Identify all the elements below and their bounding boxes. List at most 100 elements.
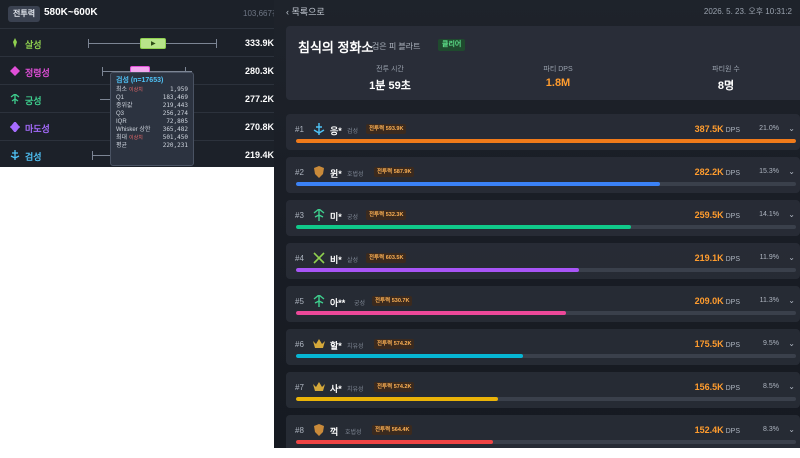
median-value: 270.8K bbox=[244, 122, 274, 132]
chevron-down-icon[interactable]: ⌄ bbox=[788, 382, 795, 391]
cp-badge: 전투력 564.4K bbox=[372, 425, 413, 435]
member-dps-share: 9.5% bbox=[763, 340, 779, 347]
whisker-min-cap bbox=[92, 151, 93, 160]
cp-filter-chip[interactable]: 전투력 bbox=[8, 6, 41, 22]
bow-icon bbox=[313, 295, 325, 307]
clear-badge: 클리어 bbox=[438, 39, 466, 51]
tooltip-row-q3: Q3 256,274 bbox=[116, 110, 188, 117]
member-dps-share: 11.3% bbox=[759, 297, 779, 304]
class-name: 정령성 bbox=[25, 68, 50, 78]
dps-bar-track bbox=[296, 225, 796, 229]
shield-icon bbox=[314, 166, 324, 178]
member-dps-share: 14.1% bbox=[759, 211, 779, 218]
cp-badge: 전투력 574.2K bbox=[374, 339, 415, 349]
whisker-line bbox=[92, 155, 110, 156]
shield-icon bbox=[314, 424, 324, 436]
rank-label: #3 bbox=[295, 211, 304, 220]
dps-bar-track bbox=[296, 397, 796, 401]
member-class: 치유성 bbox=[347, 387, 364, 393]
sword-icon bbox=[313, 123, 325, 135]
dps-bar-track bbox=[296, 139, 796, 143]
log-timestamp: 2026. 5. 23. 오후 10:31:2 bbox=[703, 7, 792, 16]
back-to-list-button[interactable]: ‹ 목록으로 bbox=[286, 5, 325, 18]
outlier-tag: 이상치 bbox=[129, 87, 143, 93]
rank-label: #4 bbox=[295, 254, 304, 263]
rank-label: #8 bbox=[295, 426, 304, 435]
member-row[interactable]: #3 미* 궁성 전투력 532.3K 259.5K DPS 14.1% ⌄ bbox=[286, 200, 800, 236]
stat-duration: 전투 시간 1분 59초 bbox=[369, 66, 411, 92]
member-dps-share: 11.9% bbox=[759, 254, 779, 261]
top-bar: ‹ 목록으로 2026. 5. 23. 오후 10:31:2 bbox=[274, 0, 800, 24]
dps-bar-fill bbox=[296, 440, 493, 444]
rank-label: #5 bbox=[295, 297, 304, 306]
tooltip-row-whisker-upper: Whisker 상한 365,482 bbox=[116, 126, 188, 133]
member-dps: 152.4K DPS bbox=[694, 425, 740, 435]
orb-icon bbox=[10, 122, 20, 132]
crown-icon bbox=[313, 382, 325, 391]
cp-badge: 전투력 574.2K bbox=[374, 382, 415, 392]
member-row[interactable]: #1 응* 검성 전투력 593.9K 387.5K DPS 21.0% ⌄ bbox=[286, 114, 800, 150]
boss-name: · 검은 피 블라트 bbox=[367, 42, 421, 51]
chevron-down-icon[interactable]: ⌄ bbox=[788, 339, 795, 348]
member-row[interactable]: #7 사* 치유성 전투력 574.2K 156.5K DPS 8.5% ⌄ bbox=[286, 372, 800, 408]
cp-badge: 전투력 593.9K bbox=[366, 124, 407, 134]
rank-label: #1 bbox=[295, 125, 304, 134]
bow-icon bbox=[313, 209, 325, 221]
chevron-down-icon[interactable]: ⌄ bbox=[788, 253, 795, 262]
tooltip-row-mean: 평균 220,231 bbox=[116, 142, 188, 149]
dps-bar-track bbox=[296, 440, 796, 444]
whisker-min-cap bbox=[88, 39, 89, 48]
stat-party-dps: 파티 DPS 1.8M bbox=[543, 66, 573, 89]
median-value: 333.9K bbox=[244, 38, 274, 48]
member-dps-share: 15.3% bbox=[759, 168, 779, 175]
member-row[interactable]: #8 꺽 호법성 전투력 564.4K 152.4K DPS 8.3% ⌄ bbox=[286, 415, 800, 448]
member-name: 응* bbox=[330, 126, 342, 136]
cp-badge: 전투력 532.3K bbox=[366, 210, 407, 220]
member-class: 살성 bbox=[347, 258, 359, 264]
whisker-max-cap bbox=[216, 39, 217, 48]
member-row[interactable]: #4 비* 살성 전투력 603.5K 219.1K DPS 11.9% ⌄ bbox=[286, 243, 800, 279]
member-dps: 282.2K DPS bbox=[694, 167, 740, 177]
member-class: 치유성 bbox=[347, 344, 364, 350]
member-class: 궁성 bbox=[354, 301, 366, 307]
dps-bar-fill bbox=[296, 182, 660, 186]
member-class: 궁성 bbox=[347, 215, 359, 221]
class-name: 마도성 bbox=[25, 124, 50, 134]
fight-summary-card: 침식의 정화소 · 검은 피 블라트 클리어 전투 시간 1분 59초 파티 D… bbox=[286, 26, 800, 100]
chevron-down-icon[interactable]: ⌄ bbox=[788, 124, 795, 133]
member-dps-share: 8.3% bbox=[763, 426, 779, 433]
chevron-down-icon[interactable]: ⌄ bbox=[788, 210, 795, 219]
member-dps: 219.1K DPS bbox=[694, 253, 740, 263]
member-dps-share: 8.5% bbox=[763, 383, 779, 390]
chevron-down-icon[interactable]: ⌄ bbox=[788, 296, 795, 305]
whisker-line bbox=[100, 99, 110, 100]
chevron-left-icon: ‹ bbox=[286, 7, 289, 17]
rank-label: #6 bbox=[295, 340, 304, 349]
diamond-icon bbox=[10, 66, 20, 76]
dps-bar-fill bbox=[296, 268, 579, 272]
boxplot-row-salseong[interactable]: 살성 ▶ 333.9K bbox=[0, 28, 278, 56]
dps-bar-fill bbox=[296, 139, 796, 143]
dps-bar-fill bbox=[296, 397, 498, 401]
chevron-down-icon[interactable]: ⌄ bbox=[788, 425, 795, 434]
member-row[interactable]: #2 윈* 호법성 전투력 587.9K 282.2K DPS 15.3% ⌄ bbox=[286, 157, 800, 193]
member-name: 미* bbox=[330, 212, 342, 222]
bow-icon bbox=[10, 94, 20, 104]
chevron-down-icon[interactable]: ⌄ bbox=[788, 167, 795, 176]
member-row[interactable]: #6 할* 치유성 전투력 574.2K 175.5K DPS 9.5% ⌄ bbox=[286, 329, 800, 365]
member-row[interactable]: #5 아** 궁성 전투력 530.7K 209.0K DPS 11.3% ⌄ bbox=[286, 286, 800, 322]
party-dps-panel: ‹ 목록으로 2026. 5. 23. 오후 10:31:2 침식의 정화소 ·… bbox=[274, 0, 800, 448]
tooltip-title: 검성 (n=17653) bbox=[116, 77, 164, 84]
tooltip-row-max: 최대 이상치 501,450 bbox=[116, 134, 188, 141]
member-name: 아** bbox=[330, 298, 346, 308]
dps-bar-fill bbox=[296, 225, 631, 229]
dps-bar-track bbox=[296, 354, 796, 358]
cp-badge: 전투력 603.5K bbox=[366, 253, 407, 263]
rank-label: #2 bbox=[295, 168, 304, 177]
class-name: 검성 bbox=[25, 152, 42, 162]
cp-badge: 전투력 587.9K bbox=[374, 167, 415, 177]
member-dps: 387.5K DPS bbox=[694, 124, 740, 134]
member-dps: 156.5K DPS bbox=[694, 382, 740, 392]
member-dps-share: 21.0% bbox=[759, 125, 779, 132]
member-class: 검성 bbox=[347, 129, 359, 135]
